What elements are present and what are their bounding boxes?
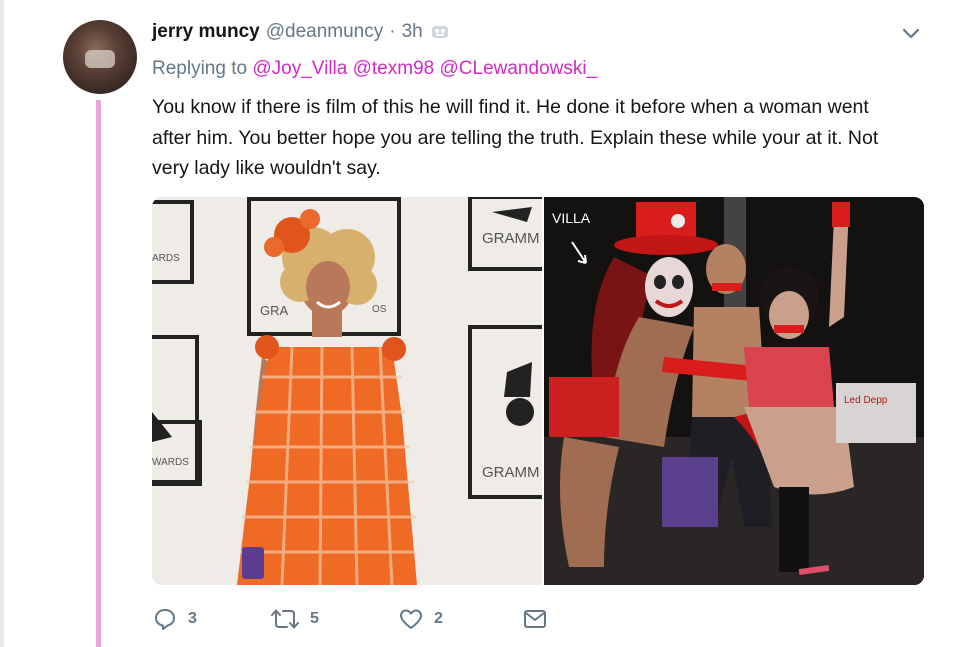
photo-right[interactable]: VILLA Led Depp bbox=[544, 197, 924, 585]
device-icon bbox=[431, 26, 448, 38]
photo-left-illustration: GRAMM ARDS GRA OS WARDS GRAMM bbox=[152, 197, 552, 585]
backdrop-text: GRA bbox=[260, 303, 289, 318]
backdrop-text: OS bbox=[372, 304, 387, 315]
user-handle[interactable]: @deanmuncy bbox=[266, 21, 384, 43]
tweet-header: jerry muncy @deanmuncy · 3h bbox=[152, 19, 449, 45]
overlay-text: VILLA bbox=[552, 210, 591, 226]
reply-count: 3 bbox=[188, 610, 197, 627]
tweet-actions: 3 5 2 bbox=[152, 603, 548, 635]
thread-line bbox=[96, 100, 101, 647]
photo-left[interactable]: GRAMM ARDS GRA OS WARDS GRAMM bbox=[152, 197, 552, 585]
photo-right-illustration: VILLA Led Depp bbox=[544, 197, 924, 585]
backdrop-text: ARDS bbox=[152, 253, 180, 264]
mention-link[interactable]: @CLewandowski_ bbox=[440, 58, 598, 79]
reply-button[interactable]: 3 bbox=[152, 606, 270, 632]
backdrop-text: GRAMM bbox=[482, 464, 540, 481]
reply-icon bbox=[155, 609, 175, 630]
media-grid[interactable]: GRAMM ARDS GRA OS WARDS GRAMM VILLA Led … bbox=[152, 197, 924, 585]
separator-dot: · bbox=[389, 21, 396, 42]
like-button[interactable]: 2 bbox=[398, 606, 522, 632]
left-edge bbox=[0, 0, 4, 647]
chevron-down-icon[interactable] bbox=[898, 20, 924, 46]
mention-link[interactable]: @Joy_Villa bbox=[252, 58, 347, 79]
mention-link[interactable]: @texm98 bbox=[353, 58, 435, 79]
display-name[interactable]: jerry muncy bbox=[152, 21, 260, 43]
replying-prefix: Replying to bbox=[152, 58, 248, 79]
backdrop-text: GRAMM bbox=[482, 230, 540, 247]
like-count: 2 bbox=[434, 610, 443, 627]
envelope-icon bbox=[524, 610, 546, 628]
retweet-button[interactable]: 5 bbox=[270, 606, 398, 632]
retweet-icon bbox=[271, 609, 299, 629]
timestamp[interactable]: 3h bbox=[402, 21, 423, 43]
prop-text: Led Depp bbox=[844, 395, 888, 406]
tweet-text: You know if there is film of this he wil… bbox=[152, 96, 879, 179]
heart-icon bbox=[400, 609, 422, 629]
avatar[interactable] bbox=[63, 20, 137, 94]
backdrop-text: WARDS bbox=[152, 457, 189, 468]
replying-to-line: Replying to @Joy_Villa @texm98 @CLewando… bbox=[152, 58, 597, 80]
retweet-count: 5 bbox=[310, 610, 319, 627]
direct-message-button[interactable] bbox=[522, 606, 548, 632]
